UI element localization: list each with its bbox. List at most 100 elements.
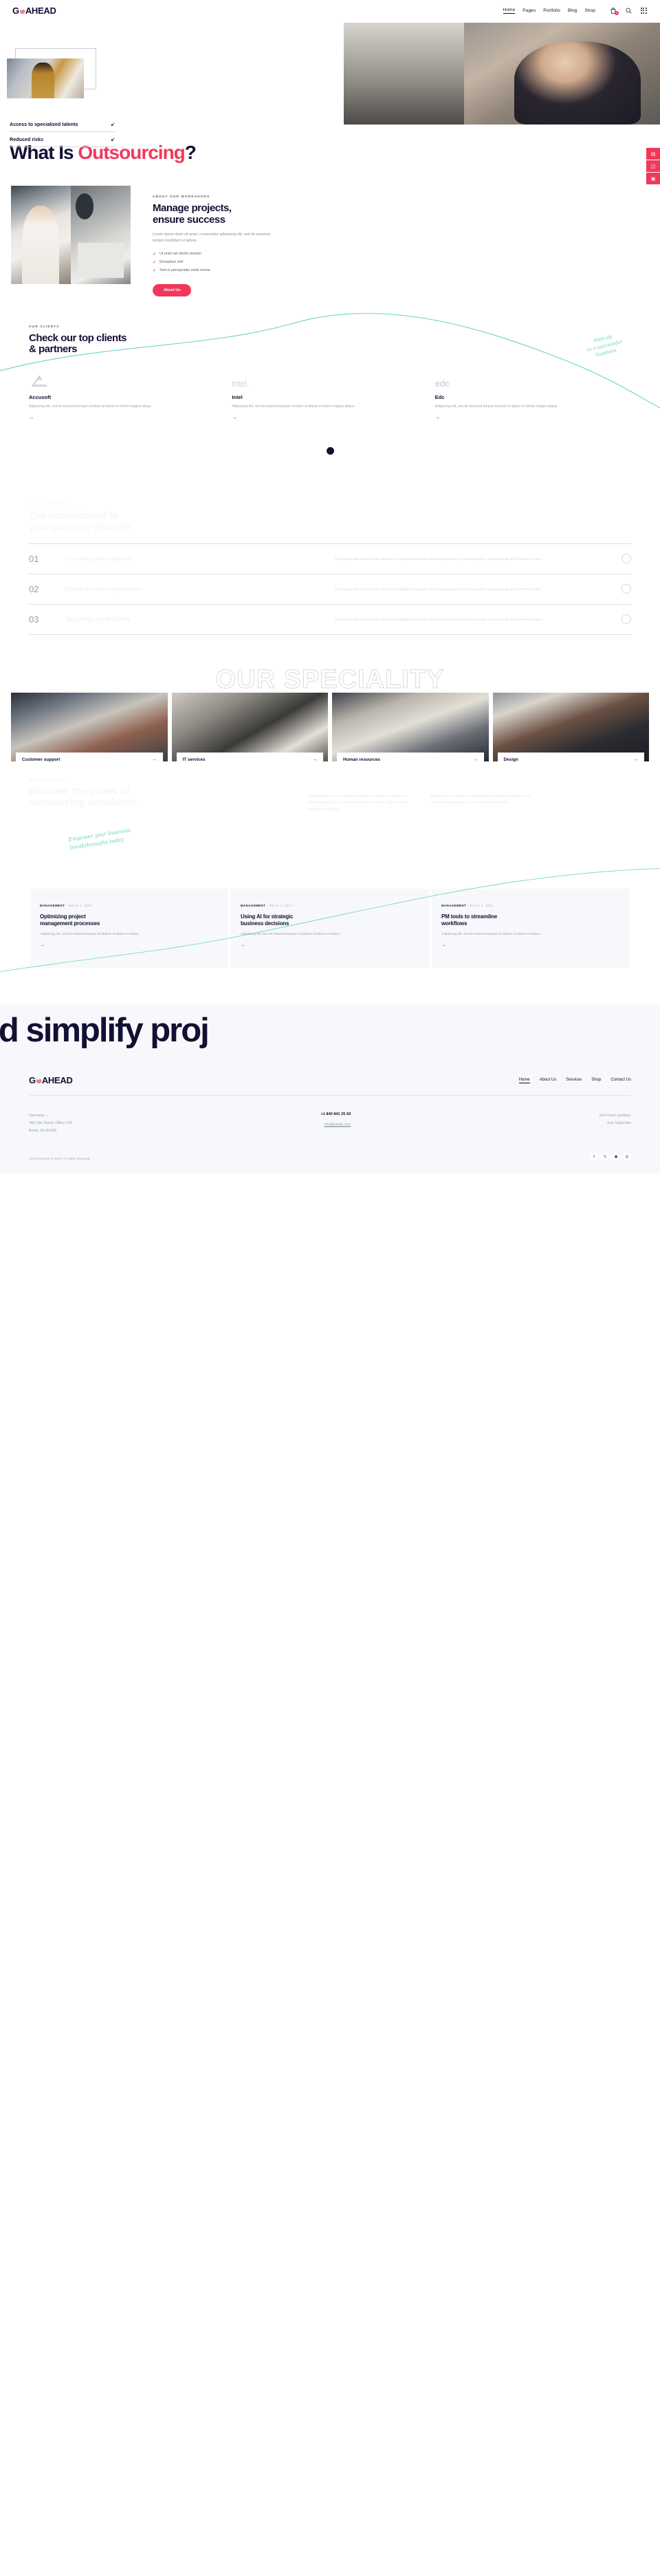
footer-bottom-row: AxiomThemes © 2024. All rights reserved.… [29,1135,631,1161]
footer-nav-item-about-us[interactable]: About Us [540,1078,557,1083]
footer-logo-text-go: G [29,1075,36,1086]
commitment-heading-line2: your projects' triumph [29,521,131,533]
blog-title-line2: workflows [441,920,468,927]
footer-email[interactable]: info@email.com [324,1123,351,1128]
footer-subscribe-line1: Get Fresh updates. [599,1114,631,1118]
commitment-number: 01 [29,553,39,564]
footer-contact: +1 840 841 25 69 info@email.com [320,1112,351,1134]
arrow-right-icon[interactable]: → [232,415,236,420]
blog-desc: Adipiscing elit, sed do eiusmod tempor i… [40,932,140,936]
arrow-right-icon[interactable]: → [441,943,446,948]
about-us-button[interactable]: About Us [153,283,192,296]
side-tab-1[interactable]: ▤ [646,148,660,160]
arrow-down-left-icon: ↙ [111,137,115,142]
footer-nav-item-contact-us[interactable]: Contact Us [610,1078,631,1083]
speciality-section: OUR SPECIALITY Customer support → IT ser… [0,666,660,767]
commitment-toggle-circle[interactable] [622,614,631,625]
blog-card[interactable]: MANAGEMENT • March 1, 2024 PM tools to s… [432,888,630,968]
about-text-block: ABOUT OUR WORKSHOPS Manage projects, ens… [153,186,660,296]
hero-photo-main [344,23,660,125]
footer-middle-row: Germany — 785 15h Street, Office 478 Ber… [29,1096,631,1134]
blog-date: March 1, 2024 [269,903,293,907]
hero-benefit-label: Reduced risks [10,136,44,142]
hero-benefit-item-2[interactable]: Reduced risks ↙ [10,132,116,147]
commitment-row[interactable]: 03 Scalability and flexibility Sed ut pe… [29,603,631,635]
nav-item-blog[interactable]: Blog [568,8,577,13]
footer-phone[interactable]: +1 840 841 25 69 [320,1112,351,1116]
blog-title-line2: business decisions [241,920,289,927]
check-icon: ✓ [153,252,157,257]
hero-photo-secondary [7,58,84,98]
footer-nav-item-services[interactable]: Services [566,1078,582,1083]
client-card[interactable]: edc Edc Adipiscing elit, sed do eiusmod … [435,372,622,422]
about-check-label: Ut enim ad minim veniam [160,252,201,256]
arrow-right-icon[interactable]: → [29,415,34,420]
footer-address: Germany — 785 15h Street, Office 478 Ber… [29,1112,72,1134]
client-card[interactable]: intel. Intel Adipiscing elit, sed do eiu… [232,372,418,422]
clients-heading-line1: Check our top clients [29,332,127,344]
clients-eyebrow: OUR CLIENTS [29,325,60,329]
site-logo[interactable]: G AHEAD [12,6,56,16]
side-tab-3[interactable]: ▣ [646,173,660,184]
blog-title-line1: Optimizing project [40,913,86,920]
site-header: G AHEAD Home Pages Portfolio Blog Shop 0 [0,0,660,21]
grid-menu-icon[interactable] [639,6,648,14]
site-footer: G AHEAD Home About Us Services Shop Cont… [0,1057,660,1173]
blog-desc: Adipiscing elit, sed do eiusmod tempor i… [241,932,341,936]
side-tab-2[interactable]: ◫ [646,160,660,172]
arrow-right-icon[interactable]: → [40,943,45,948]
expertise-paragraph-1: Adipiscing elit, sed do eiusmod tempor i… [307,794,407,812]
blog-meta: MANAGEMENT • March 1, 2024 [241,904,419,907]
about-photo-person [11,186,71,284]
search-icon[interactable] [624,6,632,14]
logo-text-go: G [12,5,19,16]
commitment-row[interactable]: 02 Focus on core competencies Sed ut per… [29,573,631,604]
hero-section: Access to specialized talents ↙ Reduced … [0,21,660,184]
footer-nav-item-home[interactable]: Home [518,1078,530,1083]
blog-title: Using AI for strategic business decision… [241,913,419,927]
about-images [11,186,131,284]
client-desc: Adipiscing elit, sed do eiusmod tempor i… [434,404,558,409]
footer-top-row: G AHEAD Home About Us Services Shop Cont… [29,1075,631,1095]
nav-item-pages[interactable]: Pages [522,8,536,13]
client-card[interactable]: Accusoft Adipiscing elit, sed do eiusmod… [29,372,215,422]
commitment-toggle-circle[interactable] [622,584,631,594]
logo-ring-icon [19,8,25,14]
client-name: Intel [232,394,243,401]
about-check-item: ✓ Excepteur sint [153,260,649,265]
nav-item-home[interactable]: Home [503,8,516,14]
blog-grid: MANAGEMENT • March 1, 2024 Optimizing pr… [30,888,630,968]
footer-nav-item-shop[interactable]: Shop [591,1078,601,1083]
arrow-right-icon[interactable]: → [241,943,245,948]
footer-logo[interactable]: G AHEAD [29,1075,73,1085]
dribbble-icon[interactable]: ◉ [612,1152,620,1161]
edc-logo: edc [434,378,450,389]
blog-category: MANAGEMENT [40,903,65,907]
x-twitter-icon[interactable]: 𝕏 [601,1152,609,1161]
commitment-title: Focus on core competencies [66,585,142,592]
footer-address-line1: Germany — [29,1114,50,1118]
about-paragraph: Lorem ipsum dolor sit amet, consectetur … [153,232,270,243]
cart-icon[interactable]: 0 [609,6,619,15]
clients-grid: Accusoft Adipiscing elit, sed do eiusmod… [29,372,649,422]
hero-benefit-list: Access to specialized talents ↙ Reduced … [10,117,116,147]
commitment-toggle-circle[interactable] [622,554,631,564]
blog-card[interactable]: MANAGEMENT • March 1, 2024 Optimizing pr… [30,888,228,968]
check-icon: ✓ [153,268,157,273]
about-section: ABOUT OUR WORKSHOPS Manage projects, ens… [0,186,660,302]
commitment-row[interactable]: 01 Cost reduction measures Sed ut perspi… [29,543,631,574]
instagram-icon[interactable]: ◎ [623,1152,631,1161]
blog-card[interactable]: MANAGEMENT • March 1, 2024 Using AI for … [231,888,429,968]
nav-item-portfolio[interactable]: Portfolio [543,8,560,13]
hero-benefit-item-1[interactable]: Access to specialized talents ↙ [10,117,116,132]
clients-heading: Check our top clients & partners [29,332,649,356]
scroll-indicator-dot[interactable] [326,447,334,455]
page-title-post: ? [184,142,197,163]
blog-category: MANAGEMENT [441,903,467,907]
commitment-title: Cost reduction measures [66,555,133,562]
footer-subscribe-line2[interactable]: Just Subscribe [600,1120,631,1127]
nav-item-shop[interactable]: Shop [584,8,595,13]
facebook-icon[interactable]: f [590,1152,598,1161]
arrow-right-icon[interactable]: → [435,415,440,420]
accusoft-logo [29,372,215,389]
